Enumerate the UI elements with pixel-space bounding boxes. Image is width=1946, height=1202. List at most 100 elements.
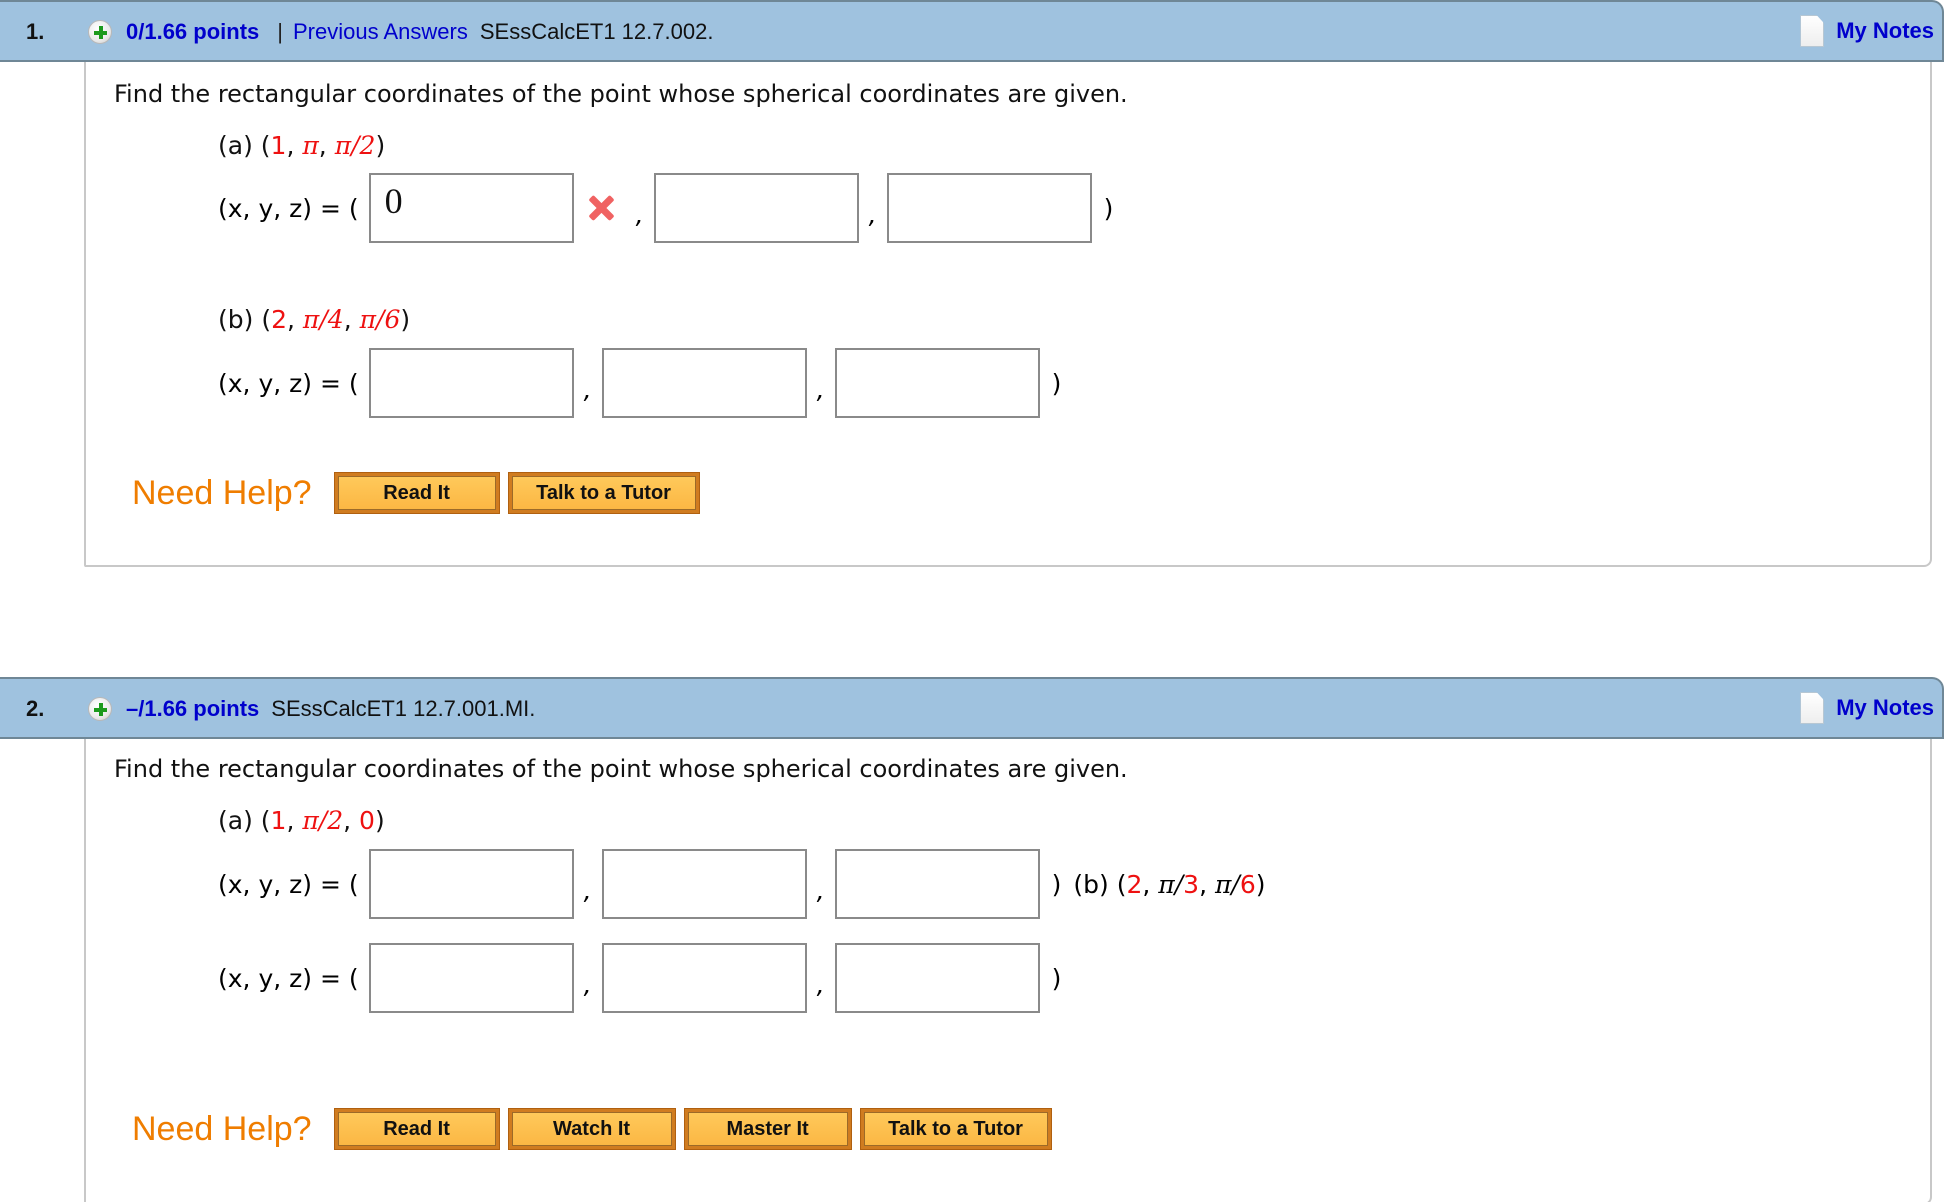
close-paren: ) — [400, 305, 411, 334]
rho-value: 1 — [270, 806, 287, 835]
question-number: 1. — [26, 19, 45, 44]
my-notes-button[interactable]: My Notes — [1800, 14, 1934, 48]
need-help-label: Need Help? — [132, 473, 312, 512]
watch-it-label: Watch It — [511, 1112, 672, 1146]
question-1-header: 1. 0/1.66 points | Previous Answers SEssCal… — [0, 0, 1944, 62]
read-it-button[interactable]: Read It — [333, 1108, 500, 1150]
talk-to-tutor-label: Talk to a Tutor — [511, 476, 696, 510]
part-a-given-point: (a) (1, π, π/2) — [218, 131, 386, 160]
y-answer-input[interactable] — [601, 943, 807, 1013]
y-answer-input[interactable] — [601, 348, 807, 418]
part-label: (b) — [218, 305, 254, 334]
comma: , — [816, 374, 825, 404]
part-label: (a) — [218, 131, 253, 160]
part-a-answer-row: (x, y, z) = ( 0 , , ) — [218, 173, 1113, 243]
question-prompt: Find the rectangular coordinates of the … — [114, 755, 1128, 783]
open-paren: ( — [260, 131, 271, 160]
theta-denominator: 3 — [1183, 869, 1200, 899]
question-2-body: Find the rectangular coordinates of the … — [84, 739, 1932, 1202]
need-help-bar: Need Help? Read It Watch It Master It Ta… — [132, 1108, 1060, 1150]
question-2-header: 2. –/1.66 points SEssCalcET1 12.7.001.MI.… — [0, 677, 1944, 739]
theta-value: π — [302, 131, 319, 160]
need-help-label: Need Help? — [132, 1109, 312, 1148]
need-help-bar: Need Help? Read It Talk to a Tutor — [132, 472, 708, 514]
phi-value: π/6 — [359, 305, 401, 334]
close-paren: ) — [1051, 869, 1062, 899]
expand-plus-icon[interactable] — [88, 20, 112, 44]
master-it-label: Master It — [687, 1112, 848, 1146]
z-answer-input[interactable] — [886, 173, 1092, 243]
y-answer-input[interactable] — [653, 173, 859, 243]
master-it-button[interactable]: Master It — [683, 1108, 852, 1150]
read-it-label: Read It — [337, 476, 496, 510]
z-answer-input[interactable] — [834, 849, 1040, 919]
question-1-body: Find the rectangular coordinates of the … — [84, 62, 1932, 567]
phi-value: 0 — [359, 806, 375, 835]
close-paren: ) — [1051, 368, 1062, 398]
talk-to-tutor-button[interactable]: Talk to a Tutor — [507, 472, 700, 514]
my-notes-button[interactable]: My Notes — [1800, 691, 1934, 725]
part-label: (a) — [218, 806, 253, 835]
x-answer-input[interactable]: 0 — [368, 173, 574, 243]
theta-value: π/4 — [302, 305, 344, 334]
part-b-given-point: (b) (2, π/4, π/6) — [218, 305, 411, 334]
close-paren: ) — [375, 131, 386, 160]
phi-denominator: 6 — [1239, 869, 1256, 899]
part-a-answer-row: (x, y, z) = ( , , ) (b) (2, π/3, π/6) — [218, 849, 1266, 919]
close-paren: ) — [374, 806, 385, 835]
part-b-answer-row: (x, y, z) = ( , , ) — [218, 348, 1061, 418]
question-prompt: Find the rectangular coordinates of the … — [114, 80, 1128, 108]
rho-value: 2 — [271, 305, 288, 334]
previous-answers-link[interactable]: Previous Answers — [293, 19, 468, 44]
part-b-given-point: (b) (2, π/3, π/6) — [1073, 869, 1266, 899]
close-paren: ) — [1051, 963, 1062, 993]
expand-plus-icon[interactable] — [88, 697, 112, 721]
xyz-label: (x, y, z) = ( — [218, 368, 359, 398]
theta-value: π/2 — [302, 806, 344, 835]
separator: | — [277, 19, 283, 44]
phi-pi: π/ — [1214, 869, 1240, 899]
question-2-header-text: –/1.66 points SEssCalcET1 12.7.001.MI. — [126, 696, 535, 722]
question-code: SEssCalcET1 12.7.002. — [479, 19, 714, 44]
my-notes-label: My Notes — [1836, 18, 1934, 43]
note-page-icon — [1800, 692, 1825, 724]
y-answer-input[interactable] — [601, 849, 807, 919]
comma: , — [868, 199, 877, 229]
talk-to-tutor-label: Talk to a Tutor — [863, 1112, 1048, 1146]
close-paren: ) — [1103, 193, 1114, 223]
z-answer-input[interactable] — [834, 943, 1040, 1013]
note-page-icon — [1800, 15, 1825, 47]
comma: , — [583, 374, 592, 404]
theta-pi: π/ — [1158, 869, 1184, 899]
open-paren: ( — [260, 806, 271, 835]
close-paren: ) — [1255, 869, 1266, 899]
comma: , — [583, 969, 592, 999]
part-a-given-point: (a) (1, π/2, 0) — [218, 806, 385, 835]
z-answer-input[interactable] — [834, 348, 1040, 418]
my-notes-label: My Notes — [1836, 695, 1934, 720]
x-answer-input[interactable] — [368, 943, 574, 1013]
x-answer-input[interactable] — [368, 348, 574, 418]
x-answer-input[interactable] — [368, 849, 574, 919]
read-it-button[interactable]: Read It — [333, 472, 500, 514]
part-label: (b) — [1073, 869, 1109, 899]
x-answer-value: 0 — [384, 181, 403, 221]
question-1-header-text: 0/1.66 points | Previous Answers SEssCalcET… — [126, 19, 713, 45]
rho-value: 1 — [270, 131, 287, 160]
comma: , — [816, 875, 825, 905]
part-b-answer-row: (x, y, z) = ( , , ) — [218, 943, 1061, 1013]
question-code: SEssCalcET1 12.7.001.MI. — [271, 696, 536, 721]
talk-to-tutor-button[interactable]: Talk to a Tutor — [859, 1108, 1052, 1150]
comma: , — [635, 199, 644, 229]
watch-it-button[interactable]: Watch It — [507, 1108, 676, 1150]
points-link[interactable]: –/1.66 points — [126, 696, 259, 721]
question-number: 2. — [26, 696, 45, 721]
comma: , — [583, 875, 592, 905]
rho-value: 2 — [1126, 869, 1143, 899]
phi-value: π/2 — [334, 131, 376, 160]
comma: , — [816, 969, 825, 999]
xyz-label: (x, y, z) = ( — [218, 963, 359, 993]
points-link[interactable]: 0/1.66 points — [126, 19, 259, 44]
read-it-label: Read It — [337, 1112, 496, 1146]
xyz-label: (x, y, z) = ( — [218, 869, 359, 899]
